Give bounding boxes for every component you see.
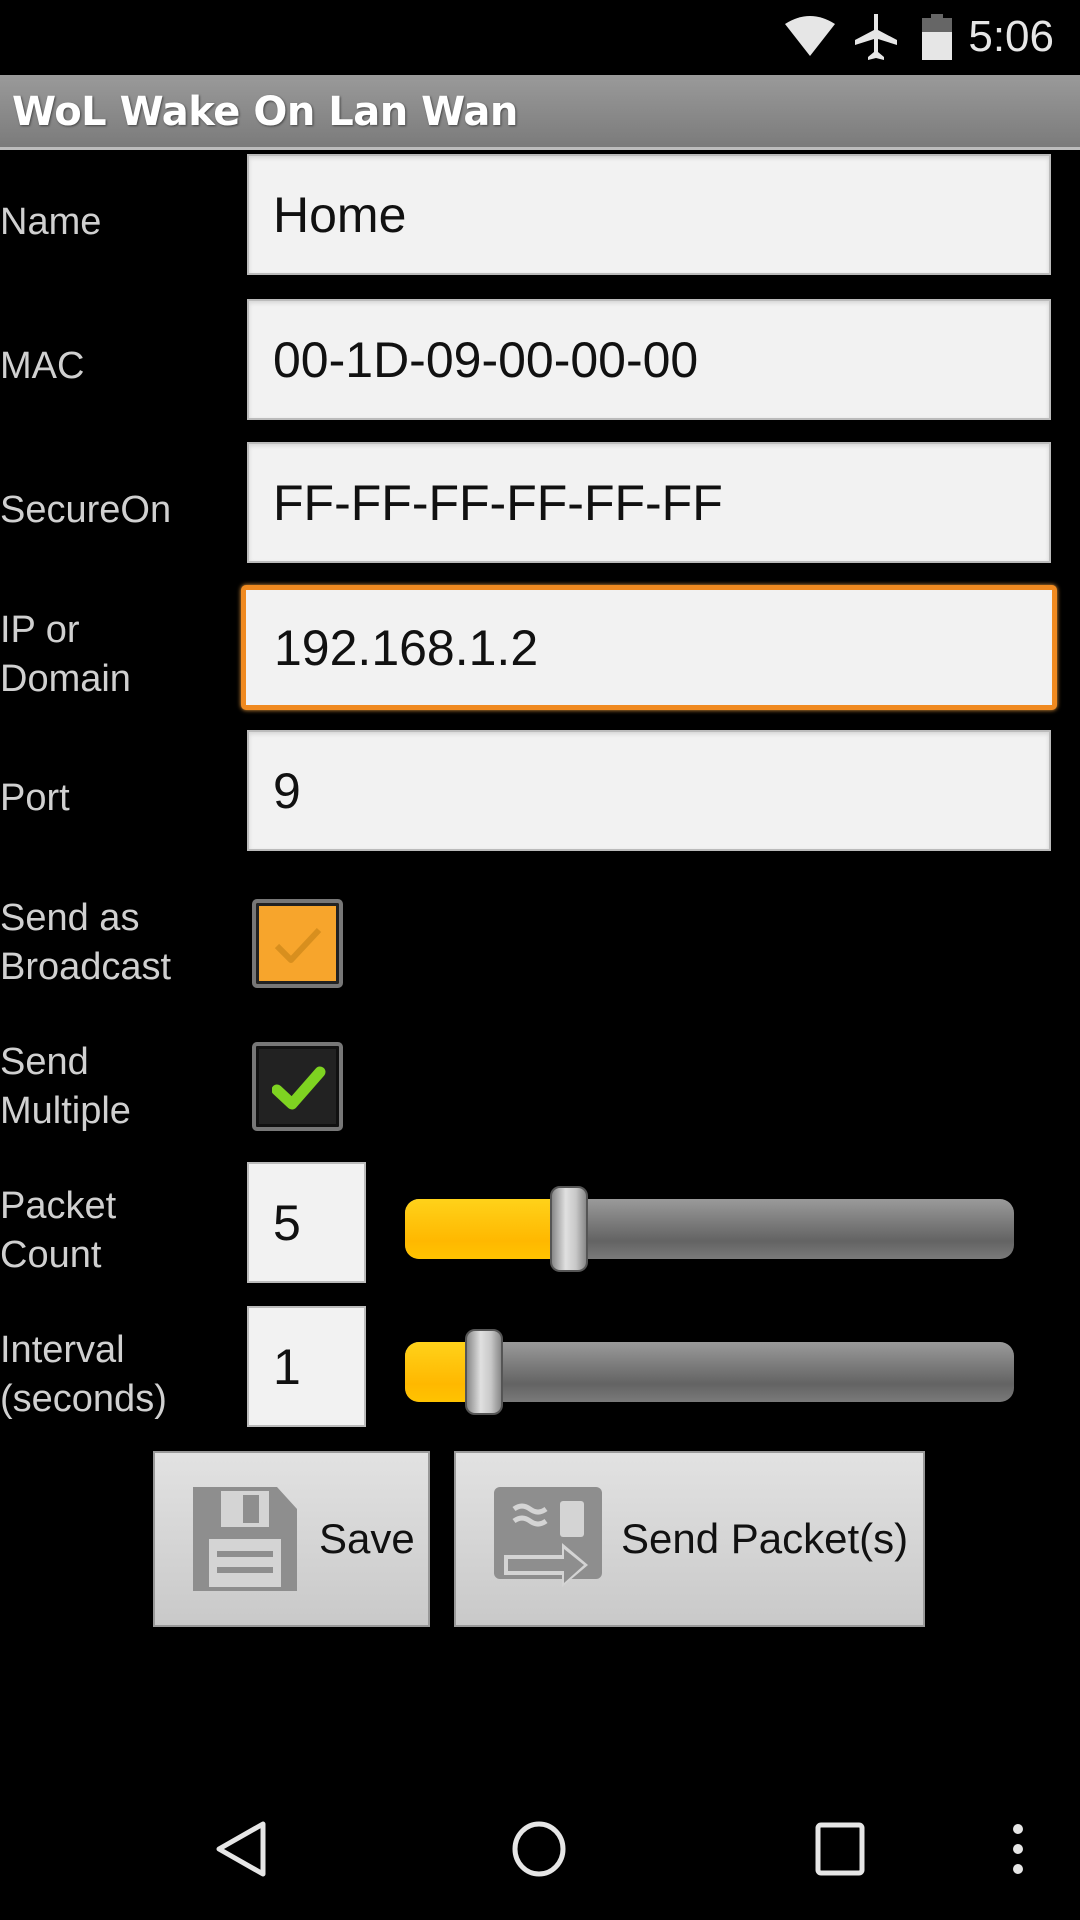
clock: 5:06: [968, 12, 1054, 61]
multiple-label: Send Multiple: [0, 1038, 131, 1136]
interval-field-container: [247, 1306, 366, 1427]
packet-count-label-line1: Packet: [0, 1185, 117, 1227]
navigation-bar: [0, 1780, 1080, 1920]
packet-count-slider[interactable]: [405, 1186, 1014, 1272]
packet-count-field-container: [247, 1162, 366, 1283]
wifi-icon: [785, 16, 835, 56]
multiple-label-line1: Send: [0, 1041, 89, 1083]
app-title: WoL Wake On Lan Wan: [12, 89, 518, 135]
interval-label-line2: (seconds): [0, 1378, 167, 1420]
packet-count-slider-thumb[interactable]: [550, 1186, 588, 1272]
save-button-label: Save: [319, 1515, 415, 1562]
mac-input[interactable]: [249, 301, 1049, 418]
secureon-input[interactable]: [249, 444, 1049, 561]
status-bar: 5:06: [0, 0, 1080, 75]
ip-label-line2: Domain: [0, 658, 131, 700]
interval-label-line1: Interval: [0, 1329, 125, 1371]
send-packets-button[interactable]: Send Packet(s): [454, 1451, 925, 1627]
broadcast-label-line1: Send as: [0, 897, 140, 939]
mac-field-container: [247, 299, 1051, 420]
name-input[interactable]: [249, 156, 1049, 273]
packet-count-input[interactable]: [249, 1164, 364, 1281]
packet-count-slider-fill: [405, 1199, 569, 1259]
ip-field-container: [241, 585, 1057, 710]
mac-label: MAC: [0, 345, 85, 387]
checkmark-icon: [272, 1066, 326, 1110]
interval-slider[interactable]: [405, 1329, 1014, 1415]
name-label: Name: [0, 201, 102, 243]
broadcast-label: Send as Broadcast: [0, 894, 171, 992]
send-multiple-checkbox[interactable]: [252, 1042, 343, 1131]
send-packets-button-label: Send Packet(s): [621, 1515, 909, 1562]
floppy-disk-icon: [193, 1487, 297, 1591]
ip-label: IP or Domain: [0, 606, 131, 704]
home-icon[interactable]: [511, 1820, 567, 1878]
multiple-label-line2: Multiple: [0, 1090, 131, 1132]
interval-label: Interval (seconds): [0, 1326, 167, 1424]
secureon-label: SecureOn: [0, 489, 172, 531]
recents-icon[interactable]: [815, 1822, 865, 1876]
back-icon[interactable]: [213, 1820, 269, 1878]
port-label: Port: [0, 777, 70, 819]
packet-count-label-line2: Count: [0, 1234, 102, 1276]
interval-input[interactable]: [249, 1308, 364, 1425]
secureon-field-container: [247, 442, 1051, 563]
save-button[interactable]: Save: [153, 1451, 430, 1627]
overflow-menu-icon[interactable]: [1010, 1822, 1026, 1876]
port-field-container: [247, 730, 1051, 851]
battery-icon: [922, 14, 952, 60]
broadcast-checkbox[interactable]: [252, 899, 343, 988]
checkmark-faint-icon: [274, 927, 322, 963]
airplane-mode-icon: [855, 14, 897, 60]
port-input[interactable]: [249, 732, 1049, 849]
app-title-bar: WoL Wake On Lan Wan: [0, 75, 1080, 150]
name-field-container: [247, 154, 1051, 275]
ip-label-line1: IP or: [0, 609, 80, 651]
packet-count-label: Packet Count: [0, 1182, 116, 1280]
broadcast-label-line2: Broadcast: [0, 946, 172, 988]
interval-slider-thumb[interactable]: [465, 1329, 503, 1415]
ip-domain-input[interactable]: [246, 590, 1052, 705]
send-packet-icon: [494, 1487, 602, 1587]
